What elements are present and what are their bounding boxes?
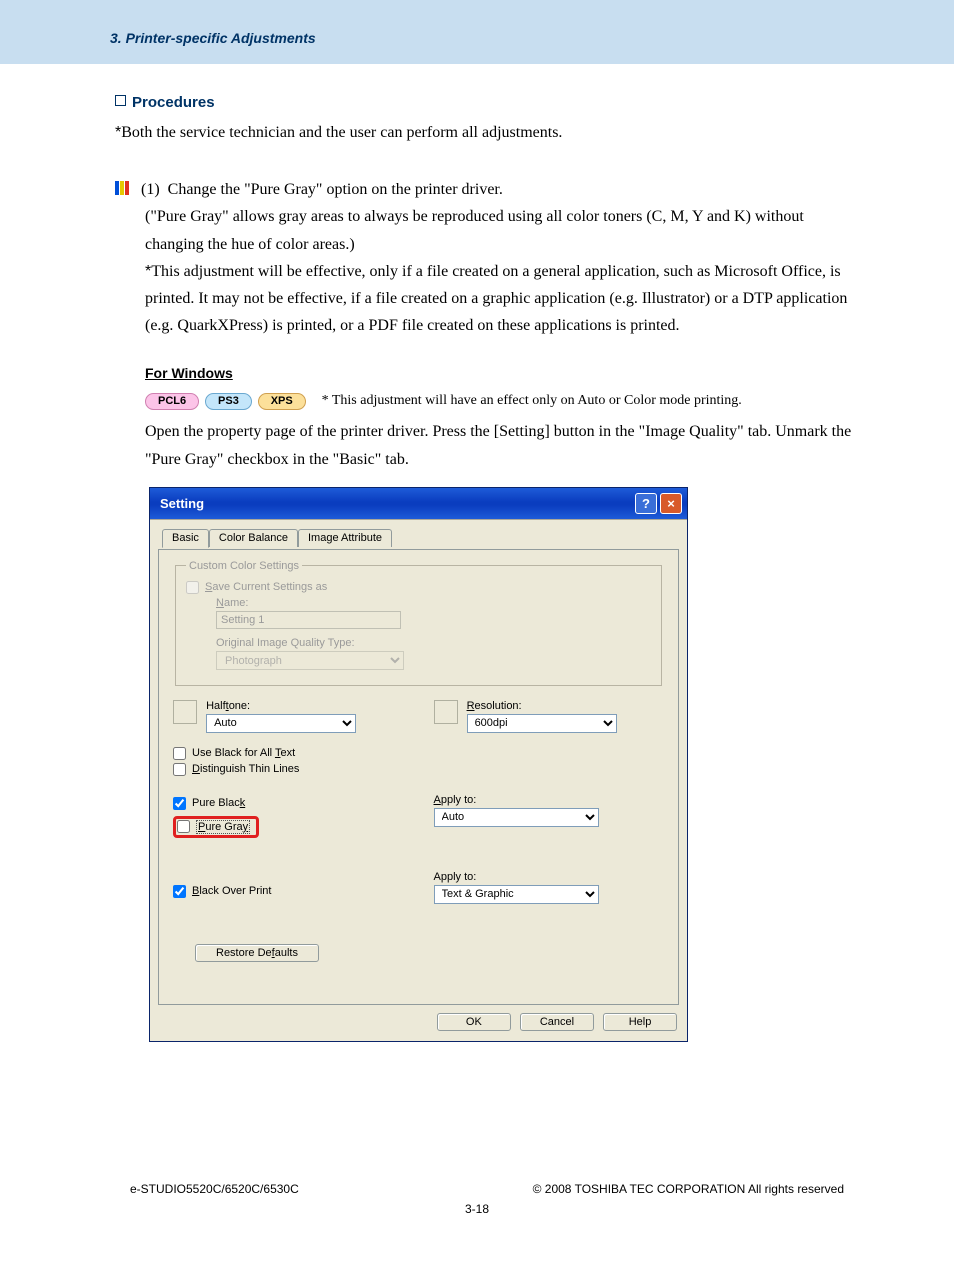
badge-xps: XPS [258, 393, 306, 410]
distinguish-thin-lines-checkbox[interactable] [173, 763, 186, 776]
halftone-label: Halftone: [206, 700, 356, 712]
pure-gray-checkbox[interactable] [177, 820, 190, 833]
resolution-icon [434, 700, 458, 724]
step-1: (1) Change the "Pure Gray" option on the… [115, 176, 854, 339]
close-icon[interactable]: × [660, 493, 682, 514]
ok-button[interactable]: OK [437, 1013, 511, 1031]
tab-panel-basic: Custom Color Settings Save Current Setti… [158, 549, 679, 1005]
setting-dialog: Setting ? × BasicColor BalanceImage Attr… [149, 487, 688, 1042]
dialog-title: Setting [160, 496, 204, 511]
tab-basic[interactable]: Basic [162, 529, 209, 548]
tab-strip: BasicColor BalanceImage Attribute [150, 520, 687, 550]
tab-image-attribute[interactable]: Image Attribute [298, 529, 392, 547]
page-number: 3-18 [0, 1202, 954, 1216]
black-over-print-checkbox[interactable] [173, 885, 186, 898]
halftone-icon [173, 700, 197, 724]
resolution-select[interactable]: 600dpi [467, 714, 617, 733]
resolution-label: Resolution: [467, 700, 617, 712]
procedures-heading: Procedures [115, 94, 854, 111]
name-input [216, 611, 401, 629]
apply-to-select-2[interactable]: Text & Graphic [434, 885, 599, 904]
dialog-footer: OK Cancel Help [150, 1005, 687, 1041]
orig-type-select: Photograph [216, 651, 404, 670]
cancel-button[interactable]: Cancel [520, 1013, 594, 1031]
pure-gray-label: Pure Gray [196, 820, 250, 834]
apply-to-label-1: Apply to: [434, 794, 665, 806]
square-bullet-icon [115, 95, 126, 106]
dialog-body: BasicColor BalanceImage Attribute Custom… [150, 519, 687, 1041]
tab-color-balance[interactable]: Color Balance [209, 529, 298, 547]
page-footer: e-STUDIO5520C/6520C/6530C © 2008 TOSHIBA… [0, 1042, 954, 1196]
orig-type-label: Original Image Quality Type: [216, 637, 651, 649]
dialog-titlebar: Setting ? × [150, 488, 687, 519]
apply-to-select-1[interactable]: Auto [434, 808, 599, 827]
procedures-label: Procedures [132, 94, 215, 111]
intro-text: Both the service technician and the user… [121, 124, 562, 141]
pure-black-label: Pure Black [192, 797, 245, 809]
restore-defaults-button[interactable]: Restore Defaults [195, 944, 319, 962]
help-icon[interactable]: ? [635, 493, 657, 514]
save-settings-checkbox [186, 581, 199, 594]
black-over-print-label: Black Over Print [192, 885, 271, 897]
footer-left: e-STUDIO5520C/6520C/6530C [130, 1182, 299, 1196]
doc-header: 3. Printer-specific Adjustments [0, 0, 954, 64]
distinguish-thin-lines-label: Distinguish Thin Lines [192, 763, 299, 775]
step-note-text: This adjustment will be effective, only … [145, 263, 847, 334]
save-settings-label: Save Current Settings as [205, 581, 327, 593]
for-windows-heading: For Windows [145, 365, 854, 381]
badge-ps3: PS3 [205, 393, 252, 410]
step-color-icon [115, 177, 133, 191]
badge-row: PCL6 PS3 XPS * This adjustment will have… [145, 391, 854, 410]
pure-black-checkbox[interactable] [173, 797, 186, 810]
use-black-text-label: Use Black for All Text [192, 747, 295, 759]
intro-line: *Both the service technician and the use… [115, 119, 854, 146]
group-legend: Custom Color Settings [186, 560, 302, 572]
pure-gray-highlight: Pure Gray [173, 816, 259, 838]
step-explain: ("Pure Gray" allows gray areas to always… [145, 203, 854, 257]
step-note: *This adjustment will be effective, only… [145, 258, 854, 340]
footer-right: © 2008 TOSHIBA TEC CORPORATION All right… [533, 1182, 844, 1196]
step-number: (1) [141, 181, 160, 198]
badge-pcl6: PCL6 [145, 393, 199, 410]
help-button[interactable]: Help [603, 1013, 677, 1031]
apply-to-label-2: Apply to: [434, 871, 665, 883]
name-label: Name: [216, 597, 651, 609]
content-area: Procedures *Both the service technician … [0, 64, 954, 1042]
use-black-text-checkbox[interactable] [173, 747, 186, 760]
step-text: Change the "Pure Gray" option on the pri… [168, 181, 503, 198]
windows-instruction: Open the property page of the printer dr… [145, 418, 854, 472]
halftone-select[interactable]: Auto [206, 714, 356, 733]
badge-note: * This adjustment will have an effect on… [322, 393, 742, 408]
header-text: 3. Printer-specific Adjustments [110, 30, 316, 46]
custom-color-settings-group: Custom Color Settings Save Current Setti… [175, 560, 662, 686]
